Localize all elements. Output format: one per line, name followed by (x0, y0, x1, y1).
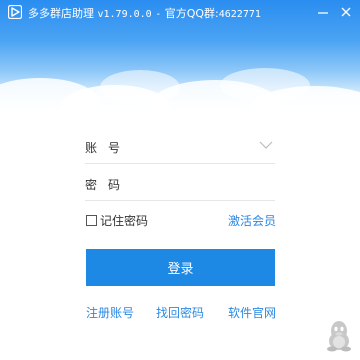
remember-password[interactable]: 记住密码 (86, 212, 148, 229)
official-site-link[interactable]: 软件官网 (228, 304, 276, 321)
qq-penguin-icon[interactable] (326, 320, 352, 352)
recover-password-link[interactable]: 找回密码 (156, 304, 204, 321)
remember-checkbox[interactable] (86, 215, 97, 226)
chevron-down-icon[interactable] (259, 140, 273, 150)
title-bar[interactable]: 多多群店助理 v1.79.0.0 - 官方QQ群:4622771 (0, 0, 360, 24)
password-field[interactable]: 密码 (85, 168, 275, 201)
account-field[interactable]: 账号 (85, 131, 275, 164)
account-label: 账号 (85, 141, 132, 155)
title-separator: - (155, 9, 162, 20)
login-button[interactable]: 登录 (86, 249, 275, 286)
password-input[interactable] (129, 174, 249, 194)
activate-member-link[interactable]: 激活会员 (228, 212, 276, 229)
header-banner: 多多群店助理 v1.79.0.0 - 官方QQ群:4622771 (0, 0, 360, 115)
remember-label: 记住密码 (100, 214, 149, 228)
account-input[interactable] (129, 137, 249, 157)
register-link[interactable]: 注册账号 (86, 304, 134, 321)
password-label: 密码 (85, 178, 132, 192)
window-title: 多多群店助理 v1.79.0.0 - 官方QQ群:4622771 (28, 5, 261, 21)
app-name: 多多群店助理 (28, 7, 94, 20)
minimize-icon[interactable] (315, 4, 331, 20)
qq-group-number: 4622771 (218, 9, 261, 20)
close-icon[interactable] (338, 4, 354, 20)
qq-group-label: 官方QQ群: (164, 7, 219, 20)
version-text: v1.79.0.0 (97, 9, 152, 20)
app-logo-icon (8, 5, 22, 19)
